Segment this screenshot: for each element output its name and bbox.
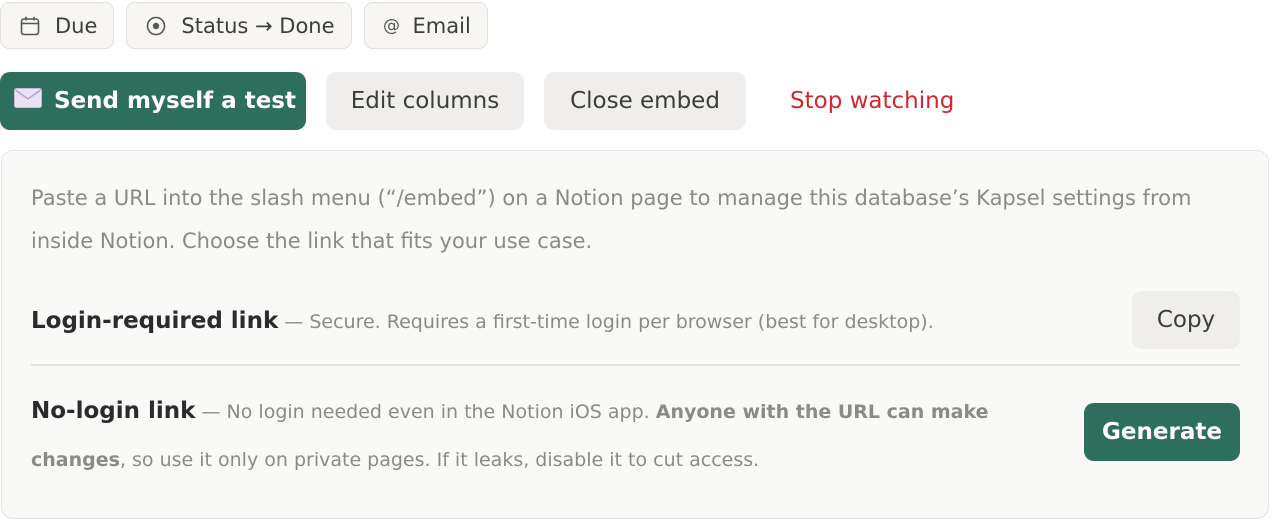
edit-columns-button[interactable]: Edit columns — [326, 72, 524, 130]
no-login-option: No-login link — No login needed even in … — [31, 387, 1240, 487]
no-login-description-lead: — No login needed even in the Notion iOS… — [195, 401, 656, 423]
envelope-icon — [14, 88, 43, 114]
at-sign-icon: @ — [383, 15, 401, 36]
property-chips: Due Status → Done @ Email — [0, 2, 488, 49]
chip-due-label: Due — [55, 13, 98, 38]
close-embed-button[interactable]: Close embed — [544, 72, 746, 130]
chip-email-label: Email — [412, 13, 471, 38]
radio-circle-icon — [145, 15, 167, 37]
copy-button[interactable]: Copy — [1132, 291, 1240, 349]
chip-status-label: Status → Done — [181, 13, 335, 38]
embed-intro-text: Paste a URL into the slash menu (“/embed… — [31, 186, 1192, 253]
send-test-label: Send myself a test — [54, 88, 296, 114]
no-login-description-tail: , so use it only on private pages. If it… — [119, 449, 760, 471]
embed-panel: Paste a URL into the slash menu (“/embed… — [1, 150, 1269, 519]
login-required-option: Login-required link — Secure. Requires a… — [31, 291, 1240, 351]
divider — [31, 364, 1240, 366]
chip-email[interactable]: @ Email — [363, 2, 488, 49]
login-required-title: Login-required link — [31, 308, 279, 334]
chip-due[interactable]: Due — [0, 2, 115, 49]
calendar-icon — [19, 15, 41, 37]
send-test-button[interactable]: Send myself a test — [0, 72, 306, 130]
action-bar: Send myself a test Edit columns Close em… — [0, 72, 978, 130]
stop-watching-link[interactable]: Stop watching — [766, 72, 978, 130]
chip-status-done[interactable]: Status → Done — [126, 2, 352, 49]
login-required-description: — Secure. Requires a first-time login pe… — [278, 311, 934, 333]
generate-button[interactable]: Generate — [1084, 403, 1240, 461]
no-login-title: No-login link — [31, 398, 196, 424]
